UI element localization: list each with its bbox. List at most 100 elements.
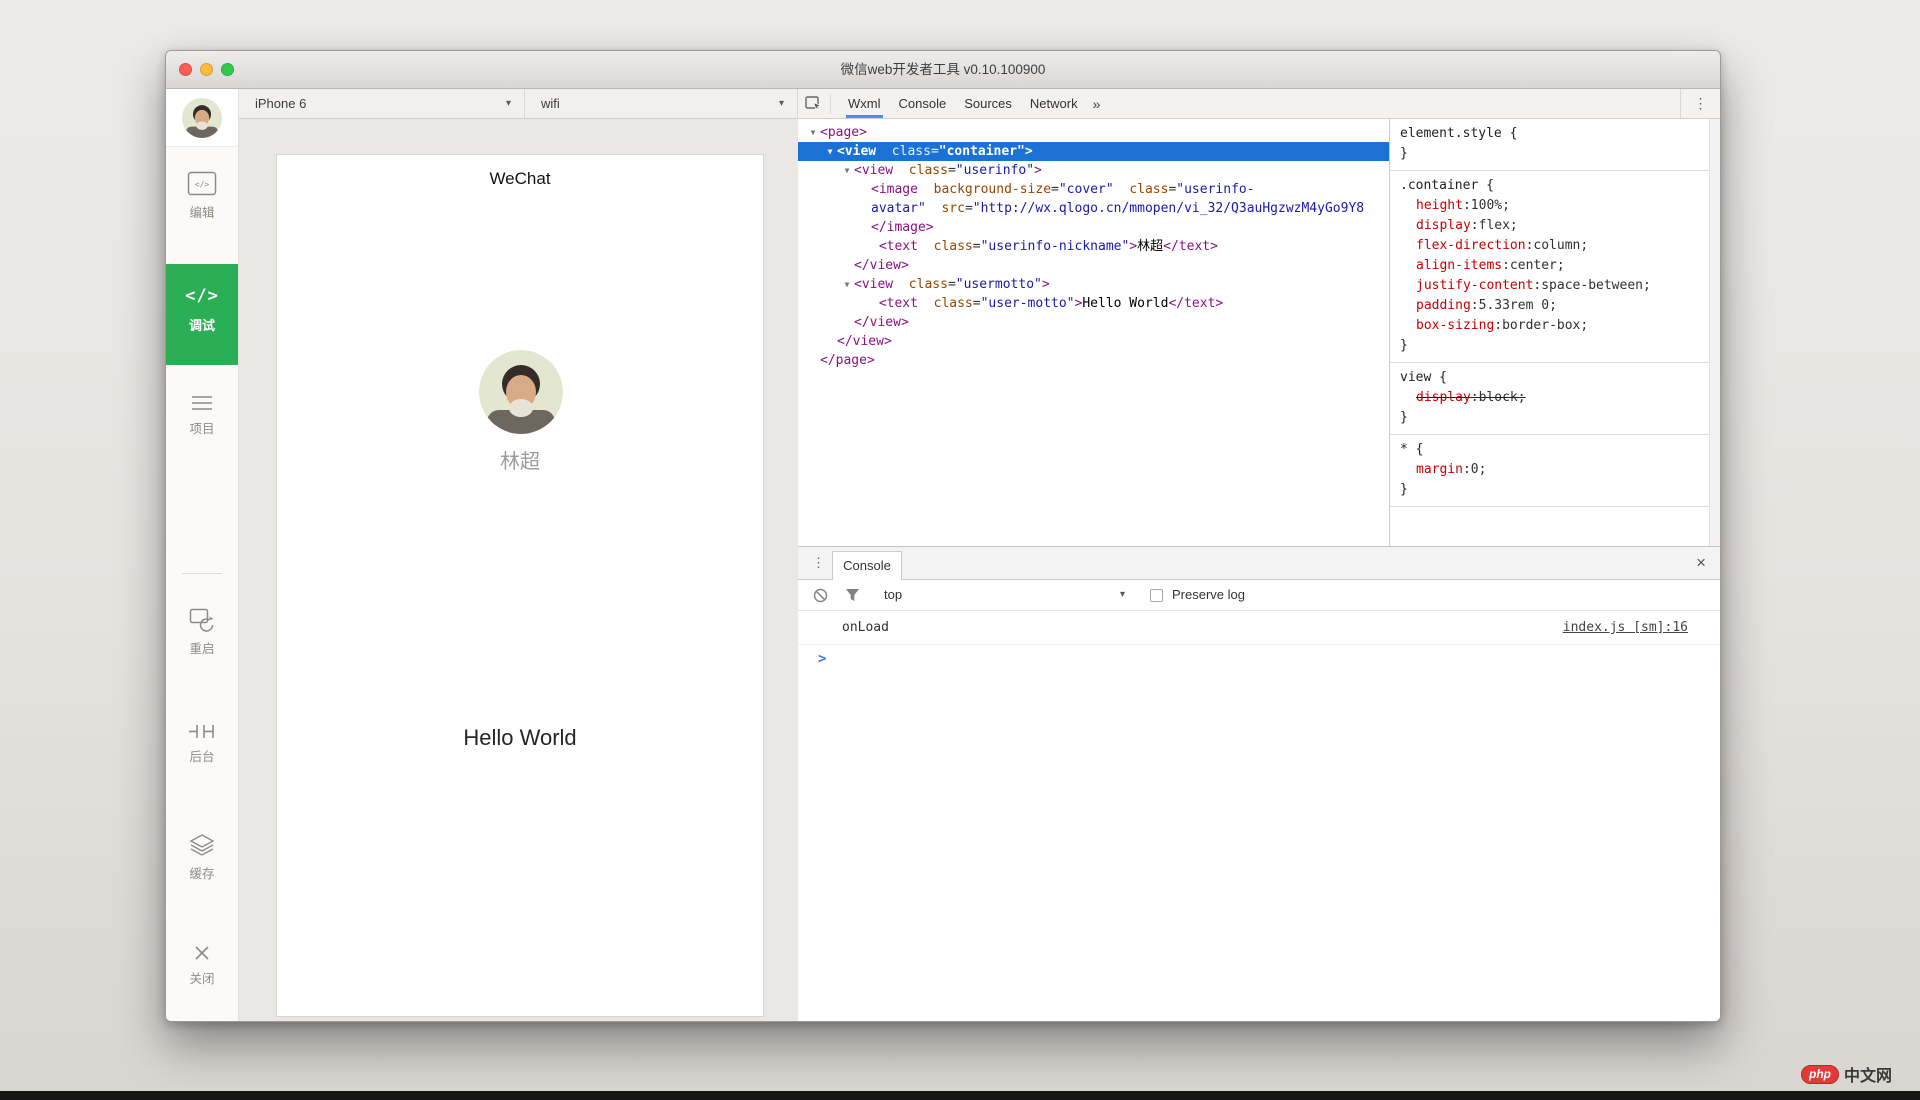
wxml-tree-row[interactable]: ▼ <page> xyxy=(798,123,1389,142)
style-property[interactable]: margin:0; xyxy=(1400,460,1710,480)
code-token: <text xyxy=(878,296,918,311)
property-name: flex-direction xyxy=(1416,238,1526,253)
style-rule[interactable]: .container {height:100%; display:flex; fle… xyxy=(1390,171,1720,363)
code-token: = xyxy=(1051,182,1059,197)
style-property[interactable]: box-sizing:border-box; xyxy=(1400,316,1710,336)
devtools-menu-button[interactable]: ⋮ xyxy=(1680,89,1720,118)
sidebar-item-close[interactable]: 关闭 xyxy=(166,944,238,987)
wxml-tree-row-selected[interactable]: ▼ <view class="container"> xyxy=(798,142,1389,161)
property-value: :center; xyxy=(1502,258,1565,273)
avatar-image xyxy=(479,350,563,434)
watermark: php 中文网 xyxy=(1800,1062,1892,1086)
style-rule-selector: element.style { xyxy=(1400,126,1518,141)
preserve-log-checkbox[interactable] xyxy=(1150,589,1163,602)
wxml-tree-row[interactable]: </view> xyxy=(798,256,1389,275)
wxml-tree-row[interactable]: avatar" src="http://wx.qlogo.cn/mmopen/v… xyxy=(798,199,1389,218)
console-close-icon[interactable]: × xyxy=(1696,553,1706,573)
style-rule-selector: .container { xyxy=(1400,178,1494,193)
property-name: box-sizing xyxy=(1416,318,1495,333)
tab-network[interactable]: Network xyxy=(1021,89,1087,118)
wxml-tree-row[interactable]: <text class="userinfo-nickname">林超</text… xyxy=(798,237,1389,256)
wxml-tree-row[interactable]: </image> xyxy=(798,218,1389,237)
chevron-down-icon[interactable]: ▾ xyxy=(1120,580,1125,610)
sidebar-item-label: 后台 xyxy=(189,750,215,764)
sidebar-item-debug[interactable]: </> 调试 xyxy=(166,264,238,365)
console-drawer: ⋮ Console × top ▾ Preserve log onLoad in… xyxy=(798,546,1720,1021)
window-title: 微信web开发者工具 v0.10.100900 xyxy=(840,62,1046,77)
style-rule-selector: view { xyxy=(1400,370,1447,385)
code-token: </view> xyxy=(854,315,909,330)
expand-arrow-icon[interactable]: ▼ xyxy=(806,123,820,142)
style-rule[interactable]: * {margin:0;} xyxy=(1390,435,1720,507)
expand-arrow-icon[interactable]: ▼ xyxy=(840,275,854,294)
code-token: class xyxy=(908,163,948,178)
code-token: src xyxy=(941,201,965,216)
style-property[interactable]: display:block; xyxy=(1400,388,1710,408)
console-input[interactable]: > xyxy=(798,645,1720,675)
log-source-link[interactable]: index.js [sm]:16 xyxy=(1563,611,1688,644)
log-message: onLoad xyxy=(842,620,889,635)
expand-arrow-icon[interactable]: ▼ xyxy=(823,142,837,161)
preview-user-avatar[interactable] xyxy=(479,350,563,434)
code-token: "userinfo" xyxy=(955,163,1035,178)
code-token: = xyxy=(947,277,956,292)
execution-context-select[interactable]: top xyxy=(884,580,902,610)
tab-wxml[interactable]: Wxml xyxy=(839,89,890,118)
clear-console-button[interactable] xyxy=(813,588,828,603)
sidebar-item-edit[interactable]: </> 编辑 xyxy=(166,171,238,221)
style-rule[interactable]: element.style {} xyxy=(1390,119,1720,171)
console-log-row: onLoad index.js [sm]:16 xyxy=(798,611,1720,645)
filter-button[interactable] xyxy=(845,588,860,602)
sidebar-item-restart[interactable]: 重启 xyxy=(166,608,238,657)
user-avatar[interactable] xyxy=(166,89,238,147)
code-token: = xyxy=(930,144,939,159)
code-token: Hello World xyxy=(1082,296,1169,311)
style-property[interactable]: justify-content:space-between; xyxy=(1400,276,1710,296)
style-rule[interactable]: view {display:block;} xyxy=(1390,363,1720,435)
avatar-image xyxy=(182,97,222,138)
more-tabs-icon[interactable]: » xyxy=(1087,96,1107,112)
wxml-tree-row[interactable]: </view> xyxy=(798,332,1389,351)
code-token: class xyxy=(1129,182,1169,197)
cache-layers-icon xyxy=(189,834,215,856)
style-property[interactable]: align-items:center; xyxy=(1400,256,1710,276)
property-name: margin xyxy=(1416,462,1463,477)
sidebar-item-background[interactable]: 后台 xyxy=(166,723,238,765)
style-property[interactable]: display:flex; xyxy=(1400,216,1710,236)
style-property[interactable]: padding:5.33rem 0; xyxy=(1400,296,1710,316)
edit-code-icon: </> xyxy=(187,171,217,196)
background-icon xyxy=(189,725,214,738)
property-name: align-items xyxy=(1416,258,1503,273)
console-drawer-tab[interactable]: Console xyxy=(832,551,902,580)
device-select[interactable]: iPhone 6 ▾ xyxy=(239,89,525,118)
style-property[interactable]: flex-direction:column; xyxy=(1400,236,1710,256)
sidebar-item-cache[interactable]: 缓存 xyxy=(166,834,238,882)
wxml-tree-row[interactable]: ▼ <view class="userinfo"> xyxy=(798,161,1389,180)
network-select[interactable]: wifi ▾ xyxy=(525,89,798,118)
code-token: = xyxy=(947,163,956,178)
wxml-tree-row[interactable]: </view> xyxy=(798,313,1389,332)
sidebar-item-project[interactable]: 项目 xyxy=(166,394,238,437)
tab-console[interactable]: Console xyxy=(890,89,956,118)
property-name: display xyxy=(1416,218,1471,233)
console-menu-icon[interactable]: ⋮ xyxy=(812,555,825,571)
wxml-tree-row[interactable]: <text class="user-motto">Hello World</te… xyxy=(798,294,1389,313)
code-token: avatar" xyxy=(871,201,926,216)
wxml-tree-row[interactable]: ▼ <view class="usermotto"> xyxy=(798,275,1389,294)
preview-zone: WeChat 林超 Hello World xyxy=(239,119,798,1021)
desktop-background: 微信web开发者工具 v0.10.100900 </> 编辑 </> 调试 项目… xyxy=(0,0,1920,1100)
sidebar: </> 编辑 </> 调试 项目 重启 后台 缓存 关闭 xyxy=(166,89,239,1021)
style-property[interactable]: height:100%; xyxy=(1400,196,1710,216)
preview-nickname: 林超 xyxy=(500,451,540,473)
style-rule-close-brace: } xyxy=(1400,482,1408,497)
inspect-element-button[interactable] xyxy=(805,95,822,112)
wxml-tree-row[interactable]: <image background-size="cover" class="us… xyxy=(798,180,1389,199)
code-token: </text> xyxy=(1163,239,1218,254)
wxml-tree-row[interactable]: </page> xyxy=(798,351,1389,370)
tab-sources[interactable]: Sources xyxy=(955,89,1021,118)
expand-arrow-icon[interactable]: ▼ xyxy=(840,161,854,180)
